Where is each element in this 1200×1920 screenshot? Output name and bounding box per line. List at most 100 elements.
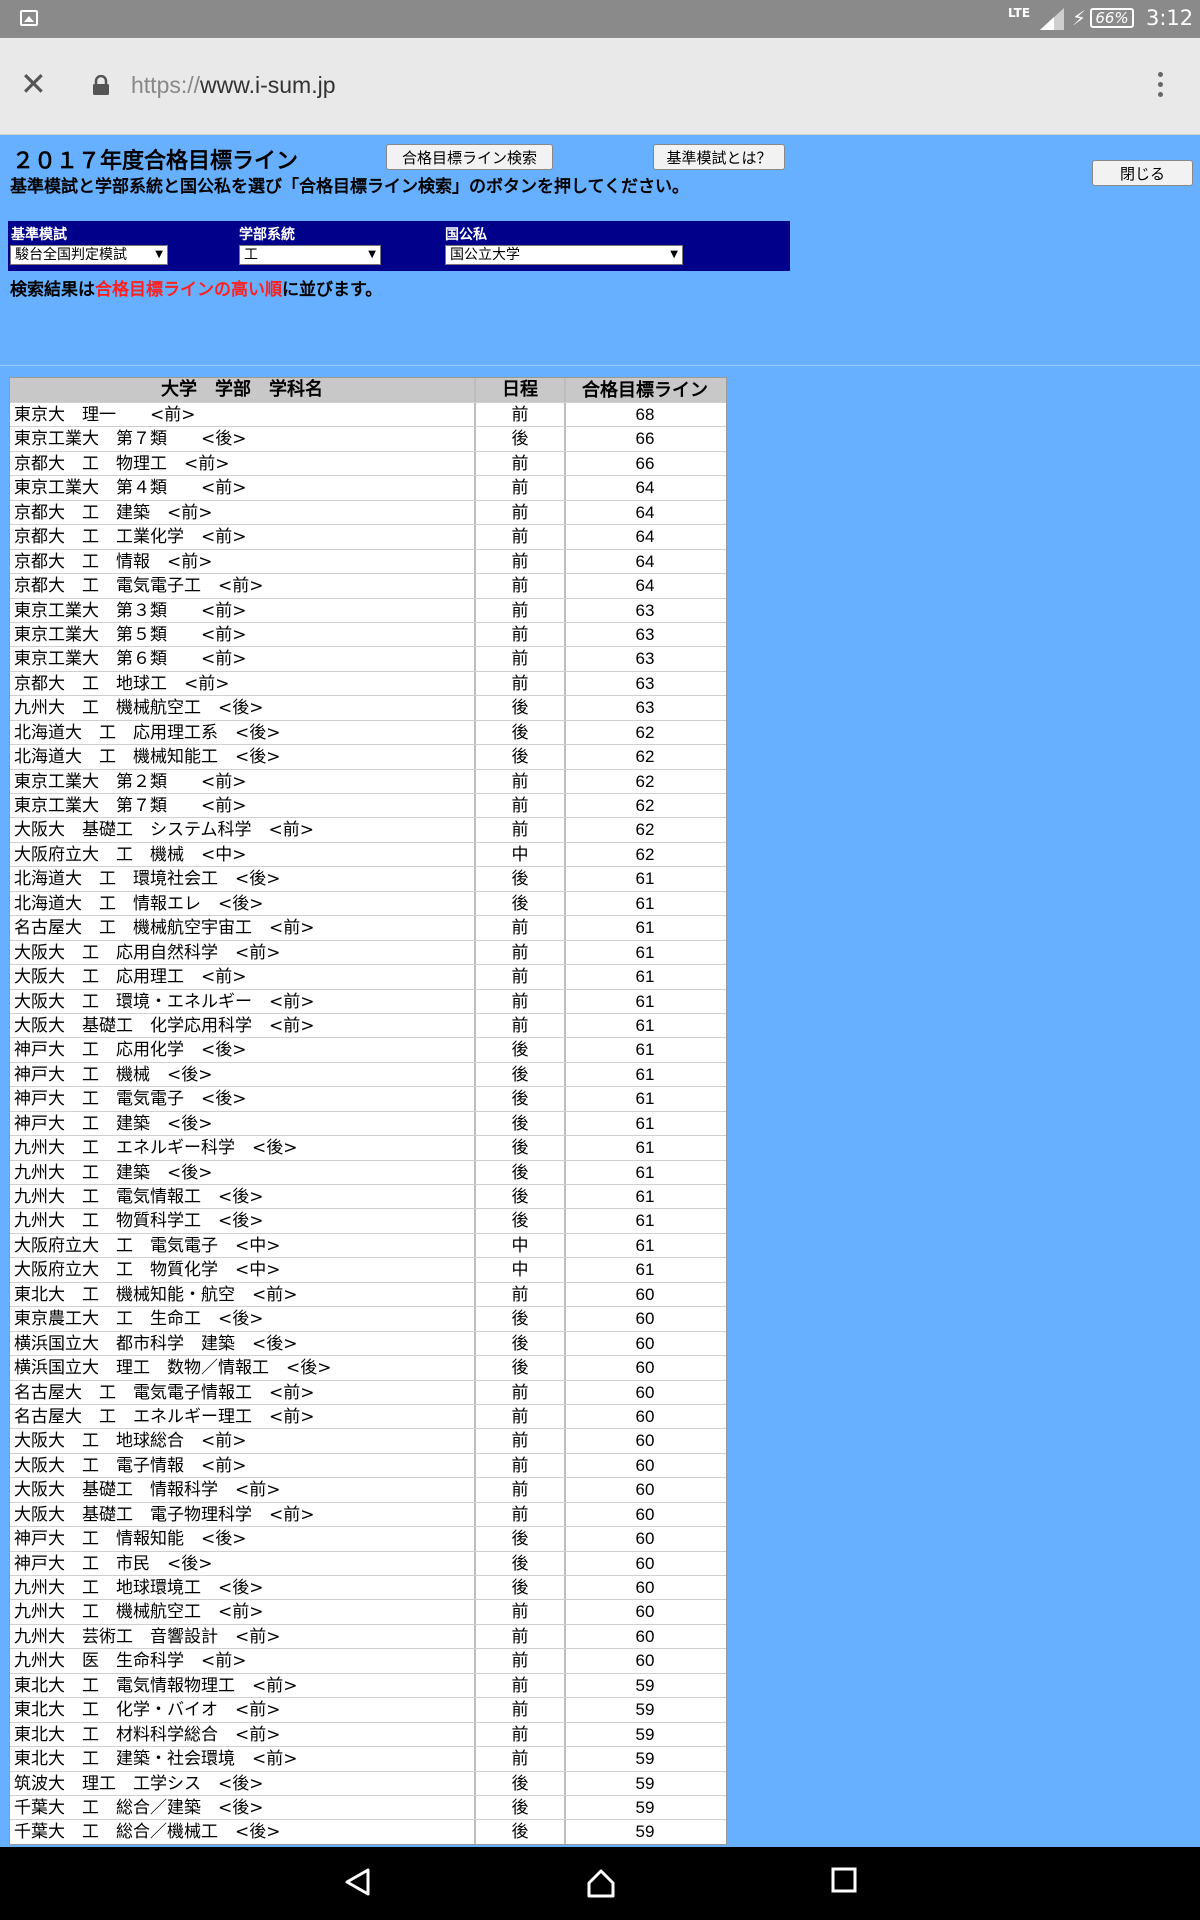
cell-target-line: 61 <box>635 893 655 913</box>
cell-schedule: 後 <box>476 427 566 451</box>
cell-name: 東京工業大 第４類 <前> <box>10 476 476 500</box>
cell-name: 大阪府立大 工 物質化学 <中> <box>10 1258 476 1282</box>
cell-name: 九州大 工 建築 <後> <box>10 1160 476 1184</box>
cell-schedule: 前 <box>476 476 566 500</box>
cell-name: 大阪府立大 工 電気電子 <中> <box>10 1233 476 1258</box>
close-tab-icon[interactable]: ✕ <box>20 68 47 100</box>
chevron-down-icon: ▼ <box>155 249 163 260</box>
cell-schedule: 前 <box>476 549 566 574</box>
table-row: 横浜国立大 都市科学 建築 <後> 後 60 <box>10 1330 726 1356</box>
exam-select-value: 駿台全国判定模試 <box>15 247 127 263</box>
table-row: 大阪大 基礎工 化学応用科学 <前> 前 61 <box>10 1012 726 1038</box>
cell-name: 横浜国立大 都市科学 建築 <後> <box>10 1331 476 1356</box>
cell-target-line: 60 <box>635 1602 655 1622</box>
cell-name: 千葉大 工 総合／機械工 <後> <box>10 1820 476 1844</box>
cell-name: 神戸大 工 機械 <後> <box>10 1062 476 1087</box>
cell-schedule: 前 <box>476 989 566 1013</box>
cell-target-line: 66 <box>635 429 655 449</box>
table-row: 東北大 工 化学・バイオ <前> 前 59 <box>10 1697 726 1722</box>
cell-target-line: 61 <box>635 1138 655 1158</box>
cell-target-line: 59 <box>635 1724 655 1744</box>
cell-name: 大阪大 工 電子情報 <前> <box>10 1453 476 1478</box>
recents-icon[interactable] <box>831 1867 857 1893</box>
cell-schedule: 後 <box>476 1795 566 1820</box>
cell-target-line: 61 <box>635 1089 655 1109</box>
cell-target-line: 60 <box>635 1504 655 1524</box>
cell-name: 大阪大 工 地球総合 <前> <box>10 1429 476 1453</box>
cell-name: 北海道大 工 応用理工系 <後> <box>10 720 476 745</box>
cell-target-line: 64 <box>635 576 655 596</box>
table-body: 東京大 理一 <前> 前 68 東京工業大 第７類 <後> 後 66 京都大 工 物理工 <… <box>10 402 726 1844</box>
table-row: 神戸大 工 建築 <後> 後 61 <box>10 1110 726 1136</box>
cell-target-line: 61 <box>635 1113 655 1133</box>
cell-target-line: 61 <box>635 967 655 987</box>
cell-target-line: 60 <box>635 1553 655 1573</box>
exam-label: 基準模試 <box>11 227 67 243</box>
cell-schedule: 後 <box>476 1136 566 1160</box>
cell-schedule: 前 <box>476 622 566 647</box>
cell-schedule: 前 <box>476 1502 566 1527</box>
table-row: 東京工業大 第４類 <前> 前 64 <box>10 475 726 500</box>
cell-schedule: 前 <box>476 1722 566 1747</box>
table-row: 北海道大 工 情報エレ <後> 後 61 <box>10 890 726 916</box>
sort-note-suffix: に並びます。 <box>282 280 383 300</box>
cell-schedule: 前 <box>476 1600 566 1624</box>
cell-name: 九州大 芸術工 音響設計 <前> <box>10 1624 476 1649</box>
cell-schedule: 後 <box>476 1331 566 1356</box>
cell-schedule: 前 <box>476 1404 566 1429</box>
table-row: 九州大 工 地球環境工 <後> 後 60 <box>10 1575 726 1600</box>
cell-name: 東北大 工 電気情報物理工 <前> <box>10 1673 476 1698</box>
cell-schedule: 前 <box>476 500 566 525</box>
header-schedule: 日程 <box>476 378 566 402</box>
cell-target-line: 60 <box>635 1529 655 1549</box>
cell-target-line: 59 <box>635 1749 655 1769</box>
about-exam-button[interactable]: 基準模試とは？ <box>653 144 785 170</box>
overflow-menu-icon[interactable] <box>1158 72 1164 100</box>
cell-schedule: 前 <box>476 1698 566 1722</box>
table-row: 大阪府立大 工 物質化学 <中> 中 61 <box>10 1257 726 1282</box>
cell-name: 九州大 工 エネルギー科学 <後> <box>10 1136 476 1160</box>
cell-name: 京都大 工 電気電子工 <前> <box>10 574 476 598</box>
gallery-notification-icon <box>20 10 38 26</box>
header-name: 大学 学部 学科名 <box>10 378 476 402</box>
cell-name: 九州大 工 電気情報工 <後> <box>10 1185 476 1209</box>
cell-schedule: 後 <box>476 720 566 745</box>
cell-name: 九州大 工 機械航空工 <前> <box>10 1600 476 1624</box>
cell-schedule: 前 <box>476 647 566 671</box>
table-row: 九州大 工 物質科学工 <後> 後 61 <box>10 1208 726 1233</box>
url-display[interactable]: https://www.i-sum.jp <box>131 72 336 99</box>
cell-name: 神戸大 工 市民 <後> <box>10 1551 476 1575</box>
divider <box>0 365 1200 366</box>
cell-target-line: 59 <box>635 1675 655 1695</box>
exam-select[interactable]: 駿台全国判定模試 ▼ <box>10 245 168 265</box>
cell-target-line: 59 <box>635 1773 655 1793</box>
cell-name: 京都大 工 地球工 <前> <box>10 671 476 696</box>
table-row: 大阪大 基礎工 システム科学 <前> 前 62 <box>10 817 726 842</box>
back-icon[interactable] <box>344 1867 372 1897</box>
sort-note: 検索結果は合格目標ラインの高い順に並びます。 <box>10 275 382 300</box>
cell-schedule: 後 <box>476 1820 566 1844</box>
cell-schedule: 後 <box>476 1527 566 1551</box>
table-row: 東京工業大 第６類 <前> 前 63 <box>10 646 726 671</box>
cell-name: 大阪大 基礎工 電子物理科学 <前> <box>10 1502 476 1527</box>
cell-schedule: 後 <box>476 696 566 720</box>
table-row: 神戸大 工 機械 <後> 後 61 <box>10 1061 726 1087</box>
cell-target-line: 62 <box>635 820 655 840</box>
table-row: 九州大 工 機械航空工 <後> 後 63 <box>10 695 726 720</box>
search-button[interactable]: 合格目標ライン検索 <box>386 144 553 170</box>
close-button[interactable]: 閉じる <box>1092 160 1193 186</box>
cell-target-line: 61 <box>635 942 655 962</box>
table-row: 北海道大 工 機械知能工 <後> 後 62 <box>10 744 726 769</box>
cell-name: 大阪大 工 環境・エネルギー <前> <box>10 989 476 1013</box>
home-icon[interactable] <box>585 1867 617 1899</box>
table-row: 九州大 医 生命科学 <前> 前 60 <box>10 1648 726 1673</box>
cell-name: 大阪大 基礎工 システム科学 <前> <box>10 818 476 842</box>
table-row: 九州大 工 エネルギー科学 <後> 後 61 <box>10 1135 726 1160</box>
type-select[interactable]: 国公立大学 ▼ <box>445 245 683 265</box>
cell-target-line: 61 <box>635 1235 655 1255</box>
cell-target-line: 60 <box>635 1382 655 1402</box>
cell-name: 東北大 工 材料科学総合 <前> <box>10 1722 476 1747</box>
table-row: 大阪大 基礎工 電子物理科学 <前> 前 60 <box>10 1501 726 1527</box>
faculty-select[interactable]: 工 ▼ <box>239 245 381 265</box>
cell-target-line: 60 <box>635 1651 655 1671</box>
